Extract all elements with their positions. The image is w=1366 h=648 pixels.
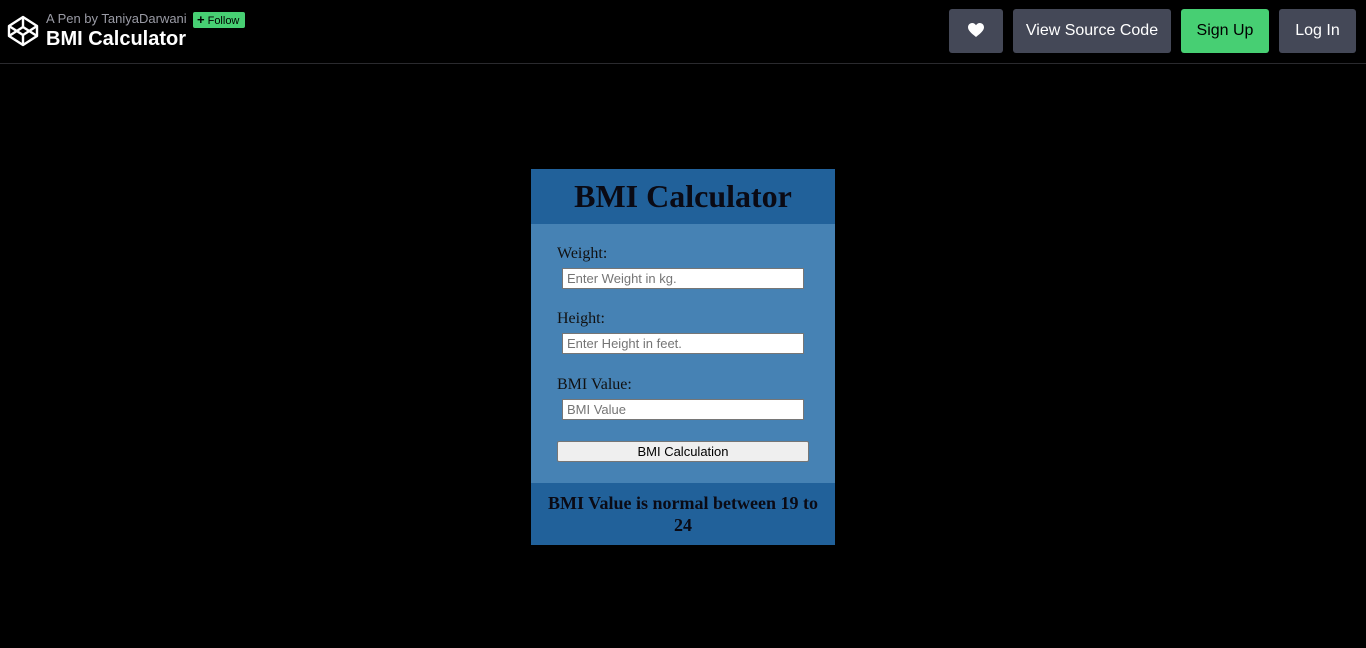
calculator-title: BMI Calculator xyxy=(574,178,792,214)
weight-input[interactable] xyxy=(562,268,804,289)
codepen-logo-icon[interactable] xyxy=(7,15,39,47)
pen-title: BMI Calculator xyxy=(46,28,187,50)
bmi-calculator-card: BMI Calculator Weight: Height: BMI Value… xyxy=(531,169,835,545)
card-footer: BMI Value is normal between 19 to 24 xyxy=(531,483,835,545)
normal-range-note: BMI Value is normal between 19 to 24 xyxy=(548,493,818,535)
bmi-calculation-button[interactable]: BMI Calculation xyxy=(557,441,809,462)
log-in-button[interactable]: Log In xyxy=(1279,9,1356,53)
view-source-button[interactable]: View Source Code xyxy=(1013,9,1171,53)
heart-icon xyxy=(968,23,984,37)
pen-author-text[interactable]: A Pen by TaniyaDarwani xyxy=(46,11,187,26)
height-label: Height: xyxy=(557,310,605,327)
follow-button[interactable]: + Follow xyxy=(193,12,246,28)
bmi-value-label: BMI Value: xyxy=(557,376,632,393)
weight-label: Weight: xyxy=(557,245,608,262)
height-input[interactable] xyxy=(562,333,804,354)
sign-up-button[interactable]: Sign Up xyxy=(1181,9,1269,53)
codepen-header: A Pen by TaniyaDarwani + Follow BMI Calcu… xyxy=(0,0,1366,64)
love-button[interactable] xyxy=(949,9,1003,53)
plus-icon: + xyxy=(197,12,205,27)
bmi-value-output[interactable] xyxy=(562,399,804,420)
follow-label: Follow xyxy=(207,15,240,27)
card-header: BMI Calculator xyxy=(531,169,835,224)
